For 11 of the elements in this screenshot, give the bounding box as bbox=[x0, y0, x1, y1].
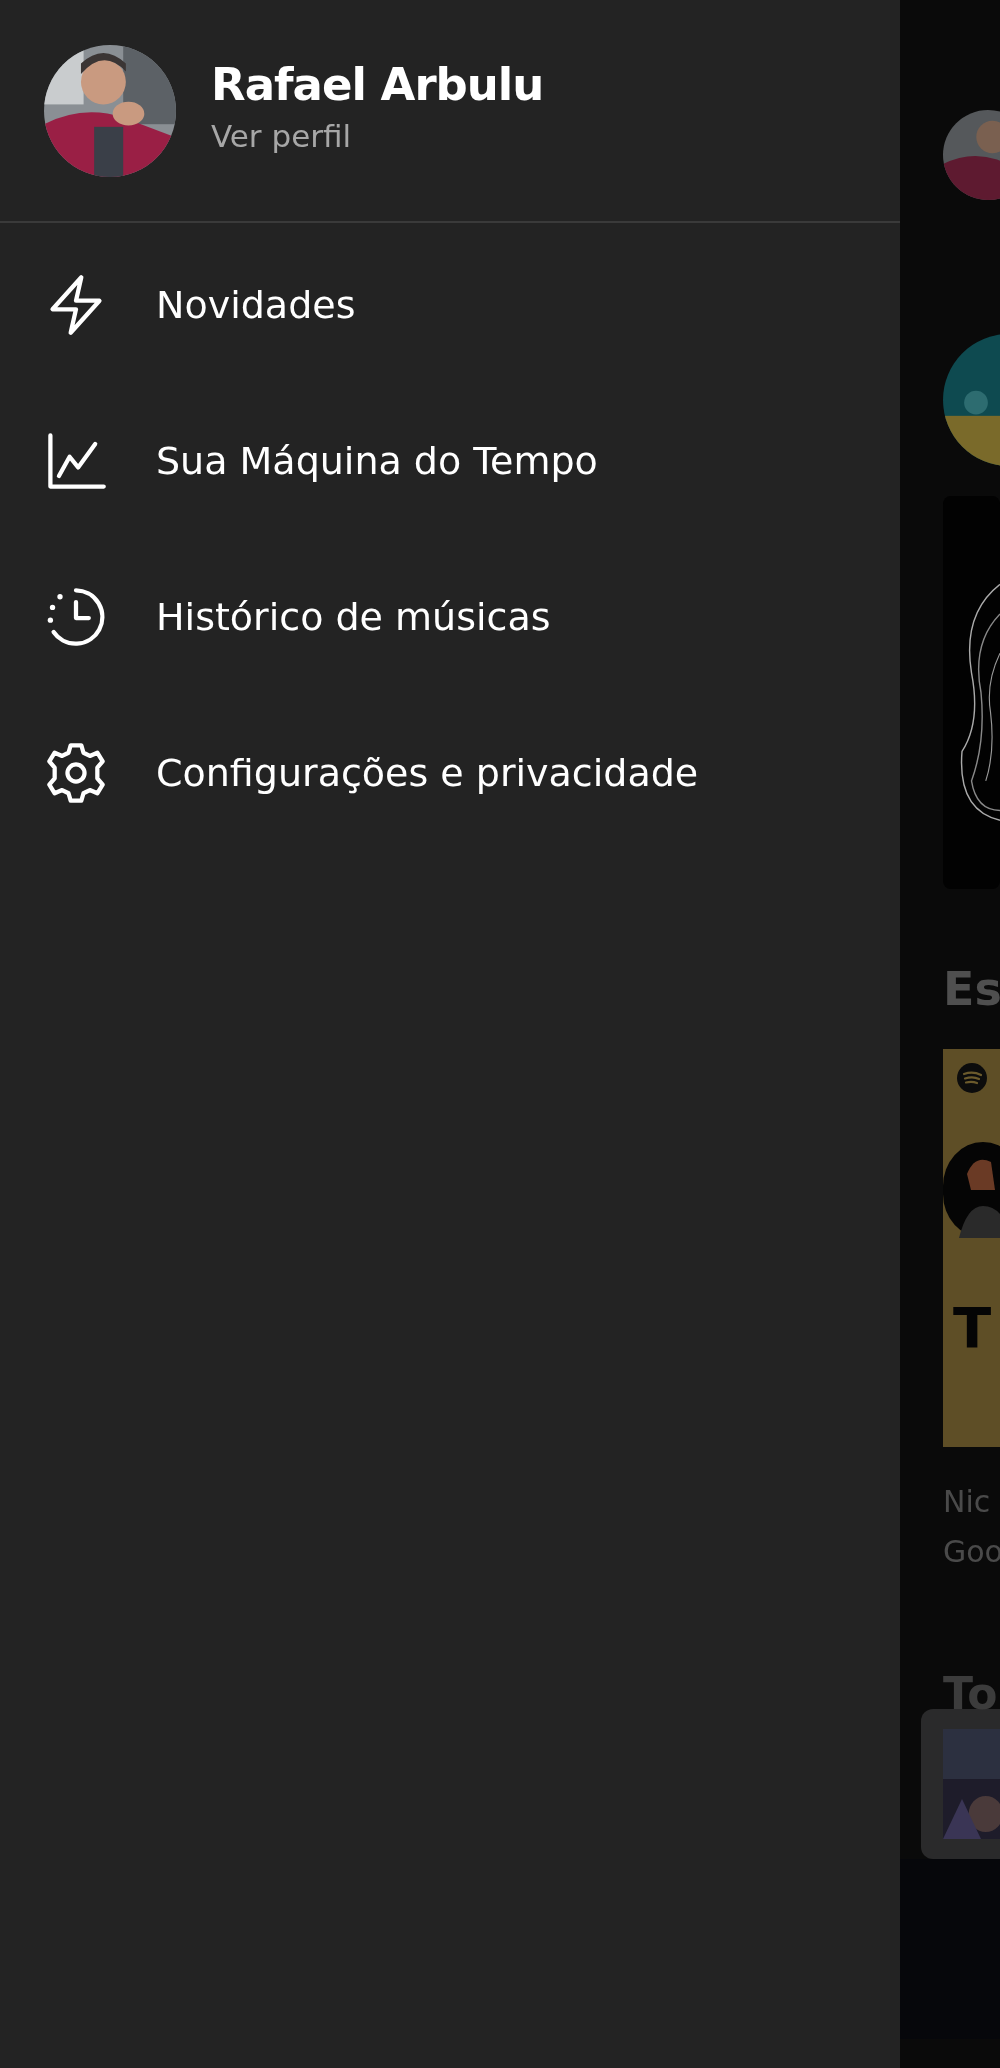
section-heading: Es bbox=[943, 961, 1000, 1018]
menu-item[interactable]: Histórico de músicas bbox=[0, 539, 900, 695]
card-subtitle: Nic bbox=[943, 1483, 992, 1521]
settings-icon bbox=[44, 741, 108, 805]
menu-item[interactable]: Novidades bbox=[0, 227, 900, 383]
menu-item[interactable]: Configurações e privacidade bbox=[0, 695, 900, 851]
profile-name: Rafael Arbulu bbox=[211, 56, 544, 113]
card-title: T bbox=[953, 1294, 993, 1362]
logo-icon bbox=[957, 1063, 987, 1093]
view-profile-link[interactable]: Ver perfil bbox=[211, 113, 544, 158]
menu-item[interactable]: Sua Máquina do Tempo bbox=[0, 383, 900, 539]
